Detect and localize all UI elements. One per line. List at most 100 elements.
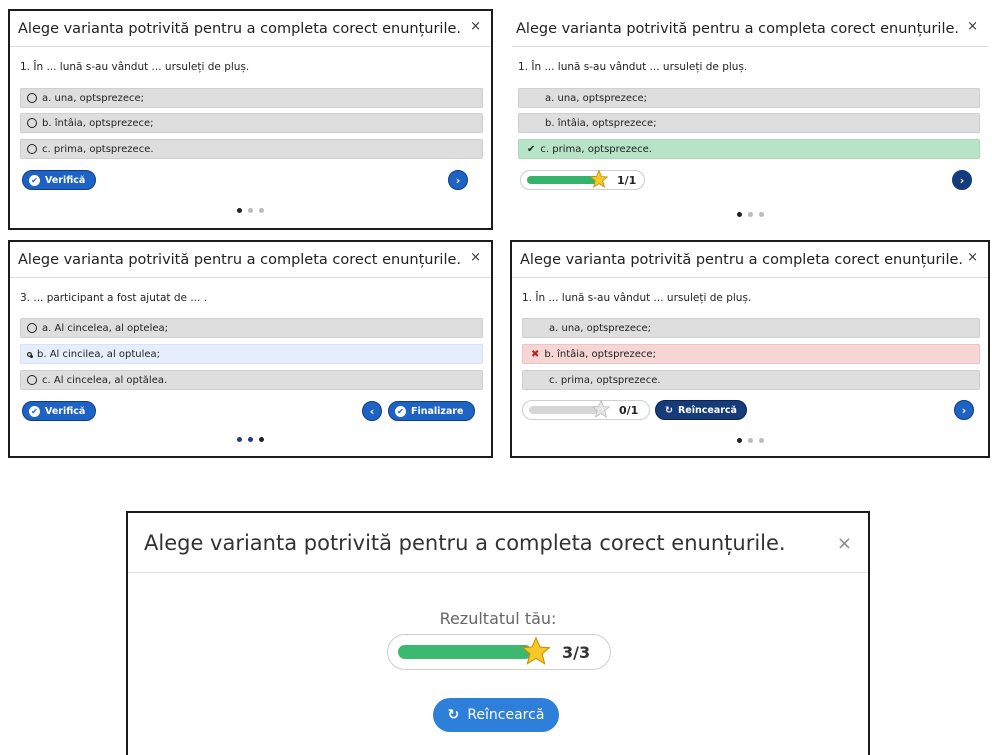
option-c[interactable]: c. prima, optsprezece. (20, 139, 483, 159)
question-text: 1. În ... lună s-au vândut ... ursuleți … (20, 61, 250, 73)
option-a[interactable]: a. una, optsprezece; (20, 88, 483, 108)
option-label: a. una, optsprezece; (549, 322, 652, 334)
pagination-dots (512, 438, 988, 443)
refresh-icon: ↻ (447, 707, 460, 723)
next-button[interactable]: › (952, 170, 972, 190)
check-circle-icon: ✔ (29, 405, 40, 417)
option-c[interactable]: c. Al cincelea, al optălea. (20, 370, 483, 390)
option-label: a. Al cincelea, al optelea; (42, 322, 169, 334)
page-dot-3[interactable] (758, 212, 764, 217)
score-text: 1/1 (617, 173, 637, 187)
option-a[interactable]: a. Al cincelea, al optelea; (20, 318, 483, 338)
page-dot-2[interactable] (248, 437, 253, 442)
option-c-correct[interactable]: ✔ c. prima, optsprezece. (518, 139, 980, 159)
progress-indicator: 1/1 (520, 169, 645, 190)
page-dot-3[interactable] (259, 437, 264, 442)
page-dot-2[interactable] (747, 212, 753, 217)
page-dot-2[interactable] (747, 438, 753, 443)
close-icon[interactable]: × (470, 251, 481, 264)
page-dot-2[interactable] (248, 208, 253, 213)
option-label: a. una, optsprezece; (42, 92, 145, 104)
verify-label: Verifică (45, 405, 86, 417)
page-dot-3[interactable] (259, 208, 264, 213)
progress-track (527, 169, 609, 188)
panel-header: Alege varianta potrivită pentru a comple… (512, 11, 988, 47)
option-b[interactable]: b. întâia, optsprezece; (20, 113, 483, 133)
next-button[interactable]: › (448, 170, 468, 190)
progress-track (529, 399, 611, 418)
panel-title: Alege varianta potrivită pentru a comple… (144, 530, 786, 555)
score-text: 0/1 (619, 403, 639, 417)
option-label: c. Al cincelea, al optălea. (42, 374, 168, 386)
question-text: 3. ... participant a fost ajutat de ... … (20, 292, 208, 304)
final-progress-indicator: 3/3 (387, 634, 611, 670)
option-label: a. una, optsprezece; (545, 92, 648, 104)
quiz-panel-2: Alege varianta potrivită pentru a comple… (510, 9, 990, 230)
quiz-panel-1: Alege varianta potrivită pentru a comple… (8, 9, 493, 230)
option-label: c. prima, optsprezece. (540, 143, 652, 155)
progress-indicator: 0/1 (522, 399, 650, 420)
panel-title: Alege varianta potrivită pentru a comple… (18, 251, 462, 268)
option-b-wrong[interactable]: ✖ b. întâia, optsprezece; (522, 344, 980, 364)
panel-title: Alege varianta potrivită pentru a comple… (516, 20, 960, 37)
retry-label: Reîncearcă (677, 404, 737, 416)
panel-header: Alege varianta potrivită pentru a comple… (512, 242, 988, 278)
option-label: b. Al cincilea, al optulea; (37, 348, 161, 360)
option-label: b. întâia, optsprezece; (42, 117, 154, 129)
verify-label: Verifică (45, 174, 86, 186)
option-c[interactable]: c. prima, optsprezece. (522, 370, 980, 390)
pagination-dots (10, 437, 491, 442)
close-icon[interactable]: × (837, 535, 852, 553)
next-button[interactable]: › (954, 400, 974, 420)
panel-header: Alege varianta potrivită pentru a comple… (10, 11, 491, 47)
check-icon: ✔ (395, 405, 406, 417)
cross-icon: ✖ (531, 348, 540, 360)
final-retry-button[interactable]: ↻ Reîncearcă (433, 698, 559, 732)
pagination-dots (10, 208, 491, 213)
panel-header: Alege varianta potrivită pentru a comple… (128, 513, 868, 573)
finish-label: Finalizare (411, 405, 464, 417)
pagination-dots (512, 212, 988, 217)
quiz-panel-4: Alege varianta potrivită pentru a comple… (510, 240, 990, 458)
quiz-panel-3: Alege varianta potrivită pentru a comple… (8, 240, 493, 458)
option-label: c. prima, optsprezece. (42, 143, 154, 155)
progress-fill (398, 645, 532, 659)
previous-button[interactable]: ‹ (362, 401, 382, 421)
close-icon[interactable]: × (967, 20, 978, 33)
finish-button[interactable]: ✔ Finalizare (388, 401, 475, 421)
verify-button[interactable]: ✔ Verifică (22, 401, 97, 421)
page-dot-1[interactable] (736, 438, 742, 443)
question-text: 1. În ... lună s-au vândut ... ursuleți … (522, 292, 752, 304)
question-text: 1. În ... lună s-au vândut ... ursuleți … (518, 61, 748, 73)
retry-label: Reîncearcă (467, 707, 545, 723)
option-a[interactable]: a. una, optsprezece; (522, 318, 980, 338)
radio-icon (27, 93, 37, 103)
close-icon[interactable]: × (470, 20, 481, 33)
option-label: b. întâia, optsprezece; (545, 117, 657, 129)
final-score-text: 3/3 (562, 642, 591, 662)
page-dot-1[interactable] (237, 208, 242, 213)
option-b[interactable]: b. întâia, optsprezece; (518, 113, 980, 133)
refresh-icon: ↻ (665, 404, 673, 416)
result-label: Rezultatul tău: (439, 609, 557, 628)
close-icon[interactable]: × (967, 251, 978, 264)
star-icon (591, 399, 611, 418)
page-dot-1[interactable] (237, 437, 242, 442)
option-label: b. întâia, optsprezece; (544, 348, 656, 360)
panel-title: Alege varianta potrivită pentru a comple… (520, 251, 964, 268)
page-dot-1[interactable] (736, 212, 742, 217)
option-b-selected[interactable]: b. Al cincilea, al optulea; (20, 344, 483, 364)
radio-icon (27, 144, 37, 154)
panel-header: Alege varianta potrivită pentru a comple… (10, 242, 491, 278)
retry-button[interactable]: ↻ Reîncearcă (655, 400, 747, 420)
progress-track (398, 636, 551, 665)
star-icon (521, 636, 551, 665)
star-icon (589, 169, 609, 188)
radio-icon (27, 323, 37, 333)
check-icon: ✔ (527, 143, 536, 155)
page-dot-3[interactable] (758, 438, 764, 443)
option-label: c. prima, optsprezece. (549, 374, 661, 386)
verify-button[interactable]: ✔ Verifică (22, 170, 97, 190)
check-circle-icon: ✔ (29, 174, 40, 186)
option-a[interactable]: a. una, optsprezece; (518, 88, 980, 108)
